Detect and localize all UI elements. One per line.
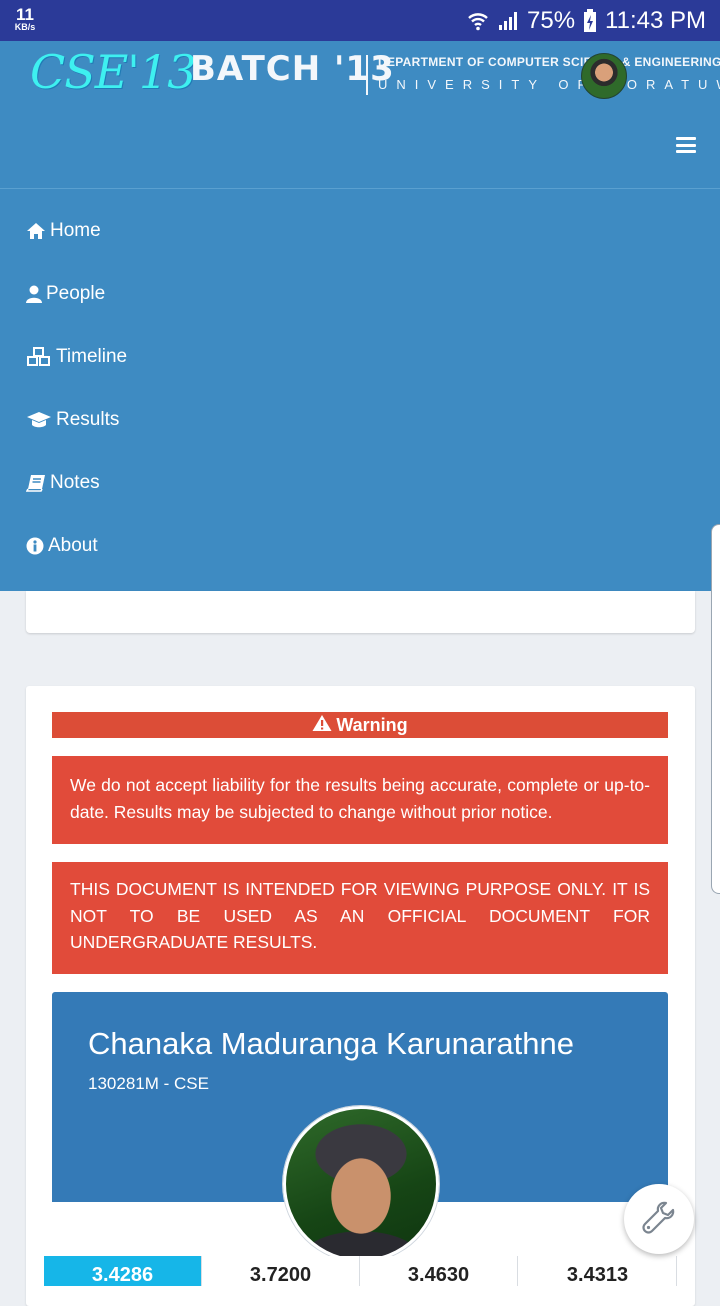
nav-item-notes[interactable]: Notes bbox=[26, 468, 100, 498]
logo-batch: BATCH '13 bbox=[190, 49, 395, 89]
site-header: CSE'13 BATCH '13 DEPARTMENT OF COMPUTER … bbox=[0, 41, 720, 189]
stat-item[interactable]: 3.7200 bbox=[202, 1256, 360, 1286]
signal-icon bbox=[497, 10, 519, 32]
settings-fab[interactable] bbox=[624, 1184, 694, 1254]
wrench-icon bbox=[639, 1197, 679, 1242]
edge-panel-handle[interactable] bbox=[711, 524, 720, 894]
nav-item-label: Results bbox=[56, 409, 120, 430]
stat-item[interactable]: 3.4286 bbox=[44, 1256, 202, 1286]
nav-item-label: People bbox=[46, 283, 106, 304]
battery-percent: 75% bbox=[527, 7, 576, 34]
nav-item-about[interactable]: About bbox=[26, 531, 98, 561]
student-id: 130281M - CSE bbox=[88, 1074, 209, 1093]
stat-item[interactable]: 3.4630 bbox=[360, 1256, 518, 1286]
nav-item-label: Notes bbox=[50, 472, 100, 493]
student-name: Chanaka Maduranga Karunarathne bbox=[88, 1026, 575, 1061]
nav-item-label: Home bbox=[50, 220, 101, 241]
viewing-only-notice: THIS DOCUMENT IS INTENDED FOR VIEWING PU… bbox=[52, 862, 668, 974]
hamburger-icon-bar bbox=[676, 143, 696, 147]
graduation-cap-icon bbox=[26, 411, 52, 429]
status-bar: 11 KB/s 75% 11:43 PM bbox=[0, 0, 720, 41]
logo-cse[interactable]: CSE'13 bbox=[30, 45, 196, 99]
info-icon bbox=[26, 537, 44, 555]
nav-item-label: About bbox=[48, 535, 98, 556]
cubes-icon bbox=[26, 347, 52, 367]
menu-toggle-button[interactable] bbox=[676, 137, 696, 153]
battery-icon bbox=[583, 9, 597, 33]
warning-title: Warning bbox=[336, 714, 408, 735]
hamburger-icon-bar bbox=[676, 150, 696, 153]
clock: 11:43 PM bbox=[605, 7, 706, 34]
logo-department: DEPARTMENT OF COMPUTER SCIENCE & ENGINEE… bbox=[378, 55, 720, 69]
nav-item-results[interactable]: Results bbox=[26, 405, 119, 435]
content-card bbox=[26, 591, 695, 633]
hamburger-icon bbox=[676, 137, 696, 140]
network-speed-unit: KB/s bbox=[14, 22, 36, 32]
profile-photo bbox=[283, 1106, 439, 1262]
disclaimer-message: We do not accept liability for the resul… bbox=[52, 756, 668, 844]
nav-item-timeline[interactable]: Timeline bbox=[26, 342, 127, 372]
nav-item-home[interactable]: Home bbox=[26, 216, 101, 246]
network-speed: 11 KB/s bbox=[10, 6, 40, 32]
gpa-stats: 3.4286 3.7200 3.4630 3.4313 bbox=[44, 1256, 684, 1286]
stat-item[interactable]: 3.4313 bbox=[519, 1256, 677, 1286]
nav-menu: Home People Timeline Results Notes About bbox=[0, 189, 720, 591]
user-avatar[interactable] bbox=[581, 53, 627, 99]
user-icon bbox=[26, 285, 42, 303]
nav-item-label: Timeline bbox=[56, 346, 128, 367]
network-speed-value: 11 bbox=[16, 5, 34, 24]
nav-item-people[interactable]: People bbox=[26, 279, 105, 309]
book-icon bbox=[26, 474, 46, 492]
logo-divider bbox=[366, 55, 368, 95]
wifi-icon bbox=[467, 10, 489, 32]
logo-university: UNIVERSITY OF MORATUWA bbox=[378, 77, 720, 92]
warning-icon bbox=[312, 714, 332, 737]
home-icon bbox=[26, 222, 46, 240]
warning-header: Warning bbox=[52, 712, 668, 738]
